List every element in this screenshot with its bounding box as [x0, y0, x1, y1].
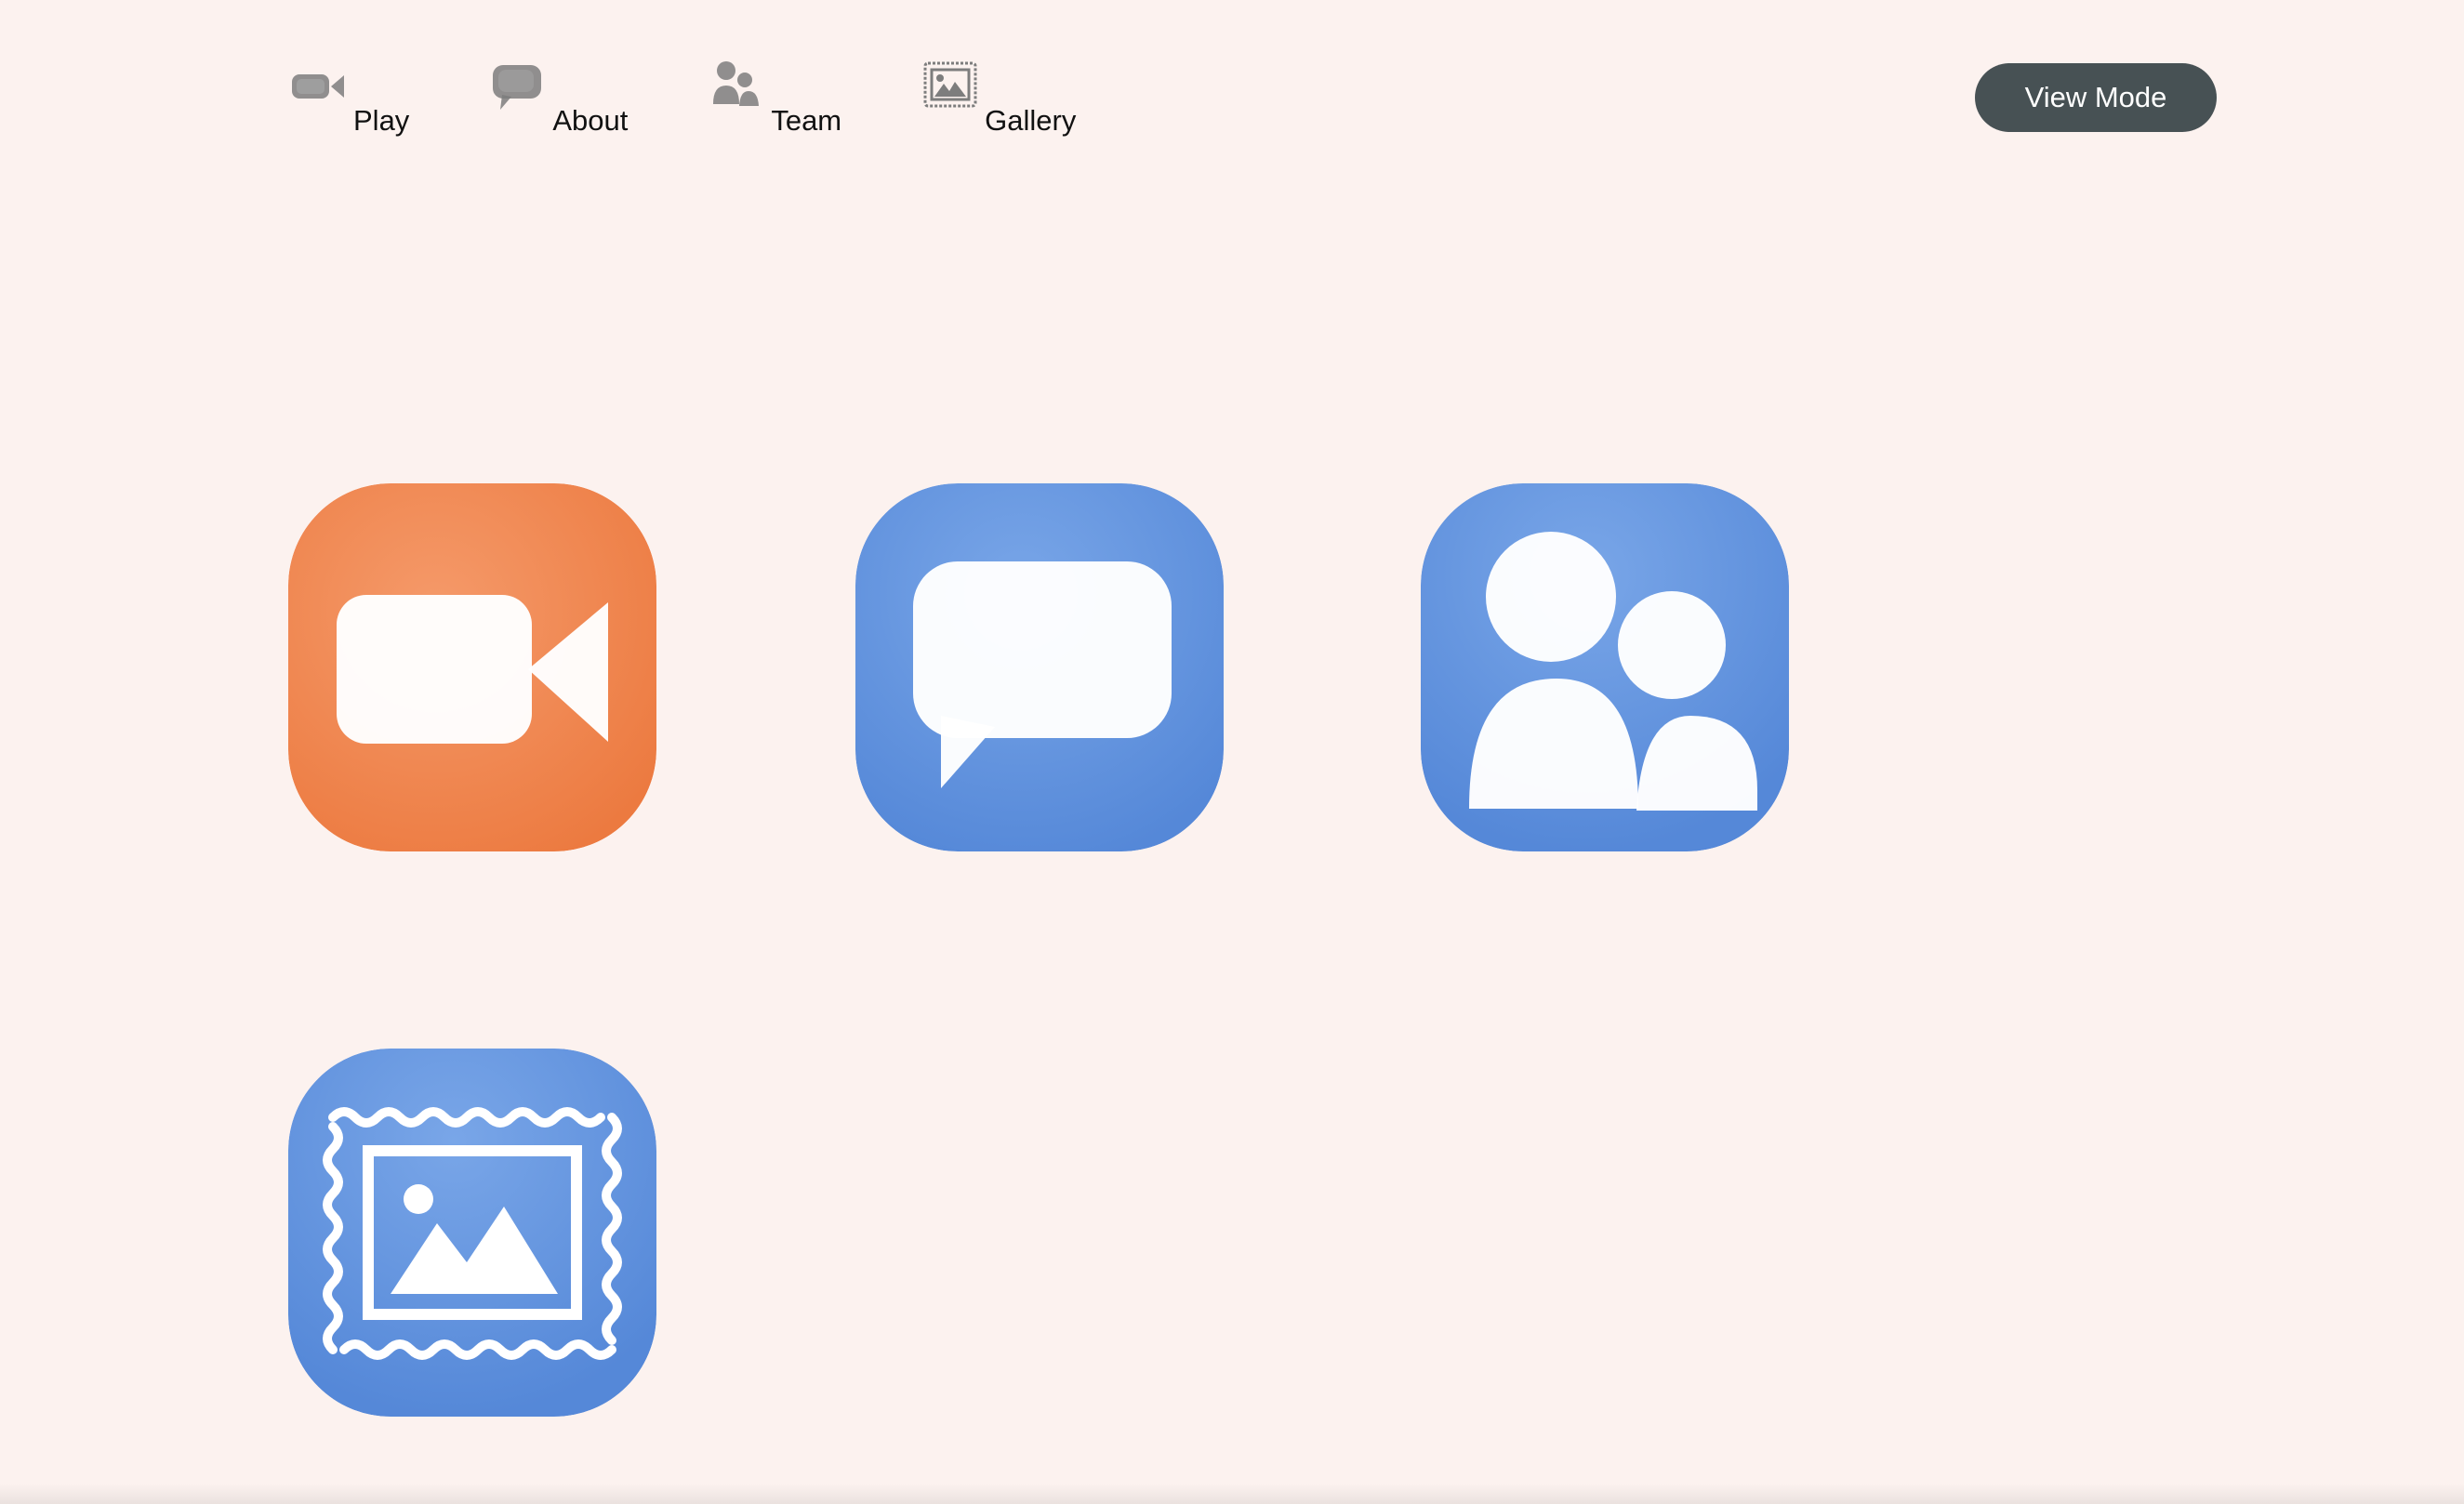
framed-picture-icon — [288, 1049, 656, 1417]
framed-picture-icon — [923, 61, 977, 108]
tile-play[interactable] — [288, 483, 656, 851]
nav-item-label: Gallery — [985, 104, 1077, 137]
nav-item-team[interactable]: Team — [706, 61, 841, 137]
nav-item-label: Team — [771, 104, 842, 137]
tile-team[interactable] — [1421, 483, 1789, 851]
people-icon — [1421, 483, 1789, 851]
tile-about[interactable] — [855, 483, 1224, 851]
video-camera-icon — [292, 74, 344, 99]
nav-item-about[interactable]: About — [487, 63, 628, 137]
view-mode-button[interactable]: View Mode — [1975, 63, 2217, 132]
video-camera-icon — [288, 483, 656, 851]
people-icon — [713, 61, 760, 106]
speech-bubble-icon — [493, 65, 542, 110]
bottom-shadow — [0, 1484, 2464, 1504]
nav-item-play[interactable]: Play — [288, 63, 409, 137]
speech-bubble-icon — [855, 483, 1224, 851]
nav-item-label: About — [552, 104, 629, 137]
top-nav: Play About Team Gallery — [288, 61, 1076, 137]
tile-gallery[interactable] — [288, 1049, 656, 1417]
nav-item-label: Play — [353, 104, 410, 137]
nav-item-gallery[interactable]: Gallery — [920, 61, 1076, 137]
